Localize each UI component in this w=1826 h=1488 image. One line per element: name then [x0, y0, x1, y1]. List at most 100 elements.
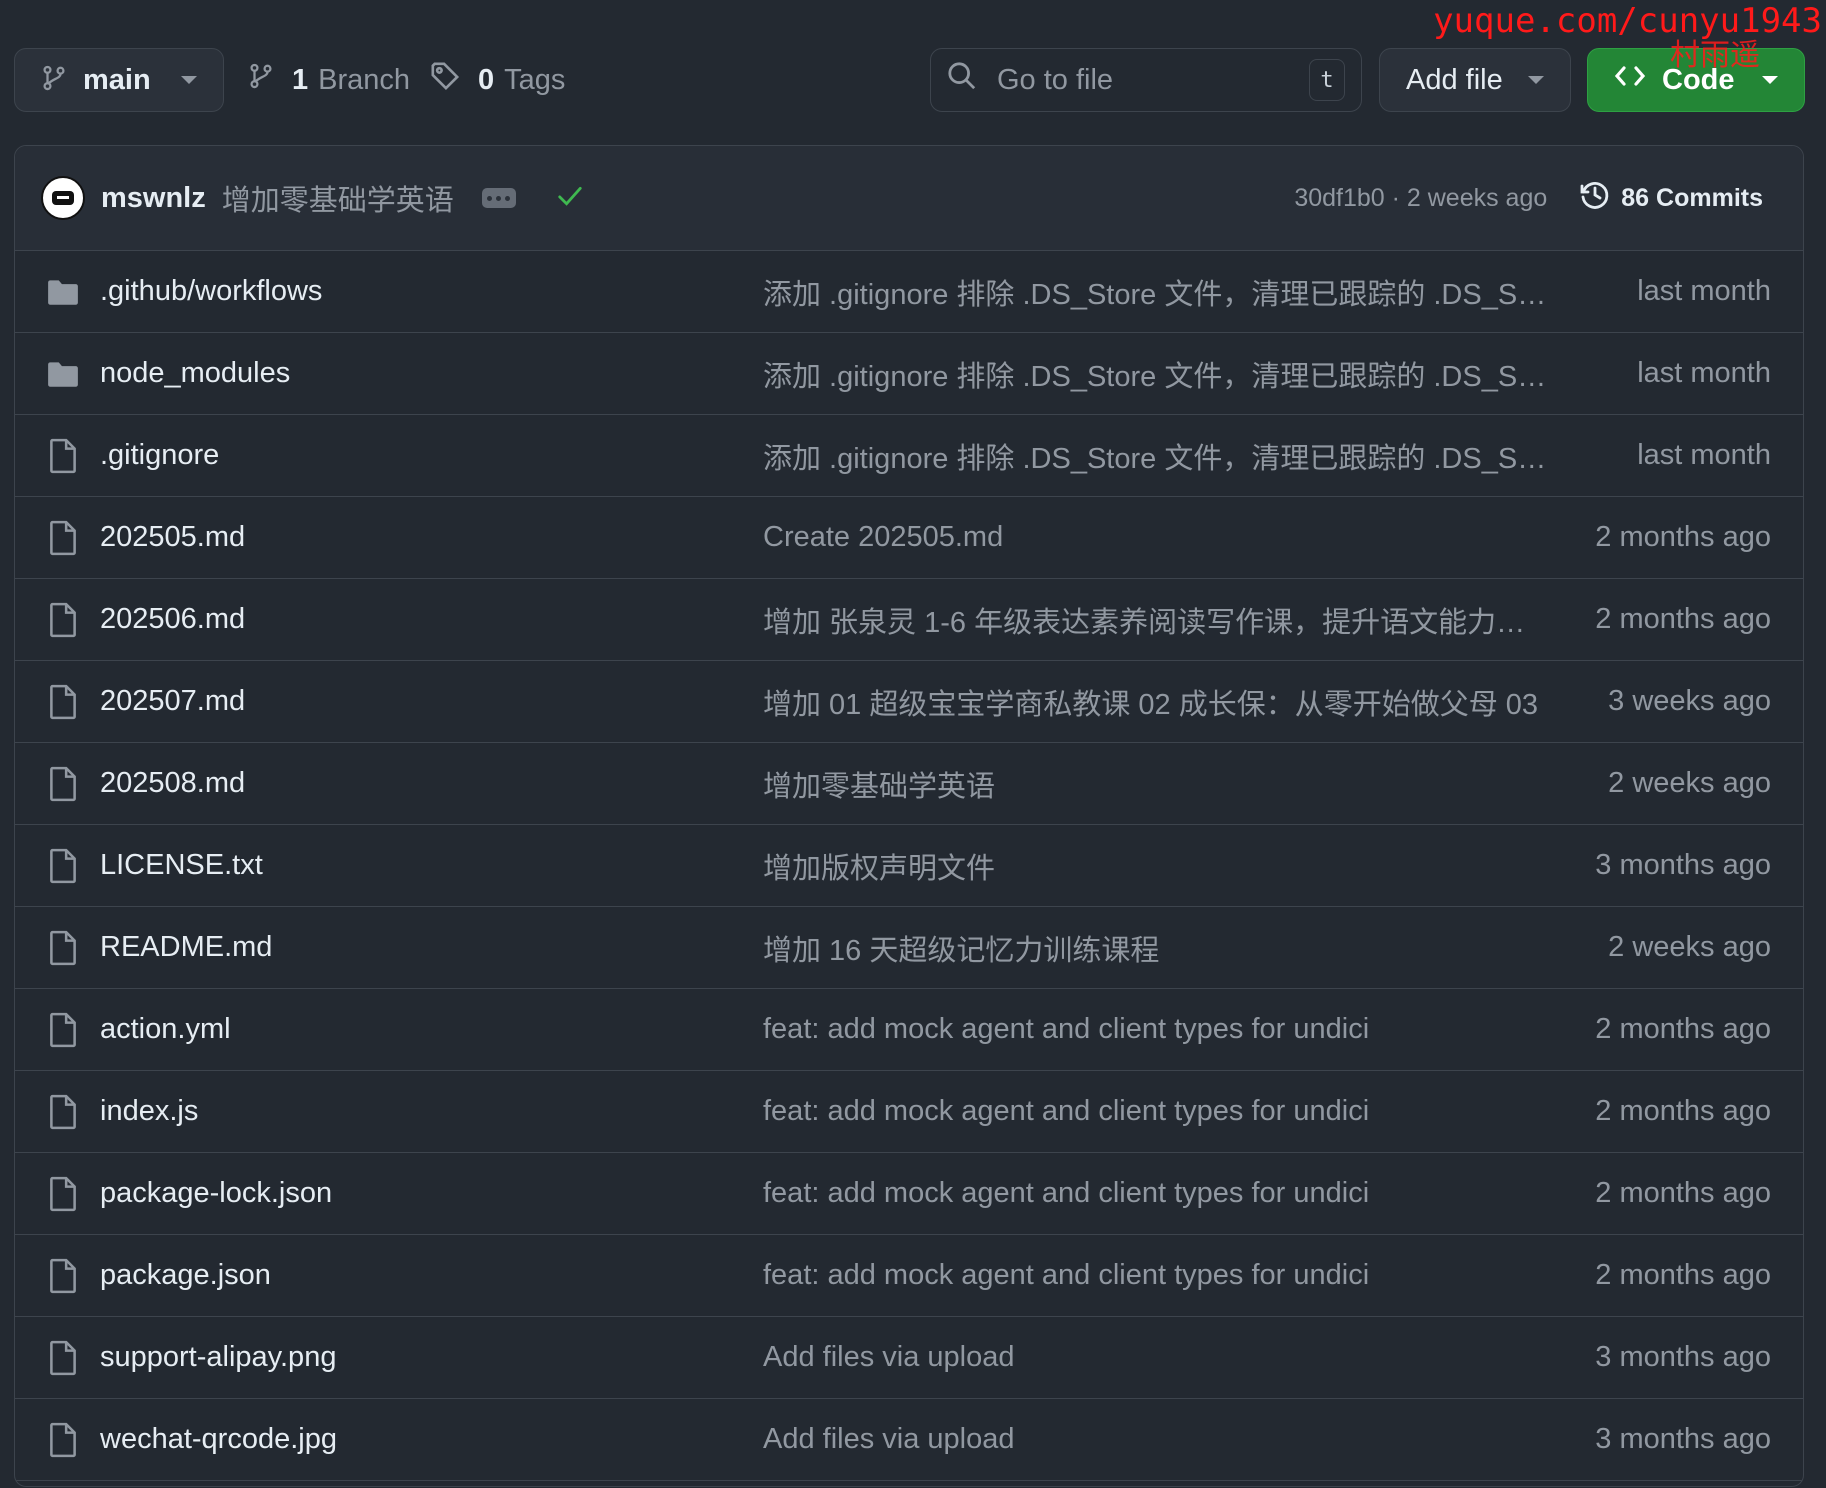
- commit-sha-time[interactable]: 30df1b0 · 2 weeks ago: [1294, 184, 1547, 213]
- folder-icon: [46, 273, 80, 311]
- file-row[interactable]: package-lock.json feat: add mock agent an…: [15, 1153, 1803, 1235]
- tags-count: 0: [478, 63, 495, 96]
- file-commit-message-link[interactable]: Add files via upload: [763, 1423, 1553, 1456]
- file-commit-time: 3 months ago: [1595, 1341, 1771, 1373]
- file-commit-message-link[interactable]: feat: add mock agent and client types fo…: [763, 1095, 1553, 1128]
- folder-icon: [46, 355, 80, 393]
- file-commit-message-link[interactable]: 添加 .gitignore 排除 .DS_Store 文件，清理已跟踪的 .DS…: [763, 435, 1553, 477]
- file-row[interactable]: 202508.md 增加零基础学英语 2 weeks ago: [15, 743, 1803, 825]
- file-commit-message-link[interactable]: 添加 .gitignore 排除 .DS_Store 文件，清理已跟踪的 .DS…: [763, 271, 1553, 313]
- file-icon: [46, 1011, 80, 1049]
- file-commit-message-link[interactable]: 增加 01 超级宝宝学商私教课 02 成长保：从零开始做父母 03: [763, 681, 1553, 723]
- go-to-file-input[interactable]: Go to file t: [930, 48, 1362, 112]
- file-row[interactable]: README.md 增加 16 天超级记忆力训练课程 2 weeks ago: [15, 907, 1803, 989]
- file-icon: [46, 1257, 80, 1295]
- file-row[interactable]: .gitignore 添加 .gitignore 排除 .DS_Store 文件，…: [15, 415, 1803, 497]
- file-row[interactable]: 202506.md 增加 张泉灵 1-6 年级表达素养阅读写作课，提升语文能力与表…: [15, 579, 1803, 661]
- commits-count-label: 86 Commits: [1621, 183, 1763, 212]
- file-row[interactable]: index.js feat: add mock agent and client …: [15, 1071, 1803, 1153]
- file-icon: [46, 1093, 80, 1131]
- file-name-link[interactable]: LICENSE.txt: [100, 849, 263, 882]
- branch-select-button[interactable]: main: [14, 48, 224, 112]
- chevron-down-icon: [181, 76, 197, 84]
- file-list: .github/workflows 添加 .gitignore 排除 .DS_St…: [15, 251, 1803, 1481]
- file-row[interactable]: package.json feat: add mock agent and cli…: [15, 1235, 1803, 1317]
- file-name-link[interactable]: README.md: [100, 931, 272, 964]
- file-name-link[interactable]: 202508.md: [100, 767, 245, 800]
- tags-label: Tags: [504, 63, 566, 96]
- file-name-link[interactable]: node_modules: [100, 357, 290, 390]
- file-name-link[interactable]: index.js: [100, 1095, 198, 1128]
- commits-link[interactable]: 86 Commits: [1579, 179, 1763, 218]
- file-commit-message-link[interactable]: feat: add mock agent and client types fo…: [763, 1013, 1553, 1046]
- file-commit-message-link[interactable]: 增加 张泉灵 1-6 年级表达素养阅读写作课，提升语文能力与表达素养: [763, 599, 1553, 641]
- branches-link[interactable]: 1 Branch: [248, 48, 410, 112]
- git-branch-icon: [41, 63, 67, 98]
- file-commit-time: 2 months ago: [1595, 1095, 1771, 1127]
- file-name-link[interactable]: 202506.md: [100, 603, 245, 636]
- file-commit-time: 3 months ago: [1595, 1423, 1771, 1455]
- add-file-button[interactable]: Add file: [1379, 48, 1571, 112]
- file-name-link[interactable]: .github/workflows: [100, 275, 322, 308]
- file-name-link[interactable]: .gitignore: [100, 439, 219, 472]
- file-row[interactable]: LICENSE.txt 增加版权声明文件 3 months ago: [15, 825, 1803, 907]
- file-row[interactable]: wechat-qrcode.jpg Add files via upload 3 m…: [15, 1399, 1803, 1481]
- file-commit-time: 2 months ago: [1595, 521, 1771, 553]
- file-name-link[interactable]: action.yml: [100, 1013, 231, 1046]
- avatar[interactable]: [41, 176, 85, 220]
- file-commit-message-link[interactable]: Add files via upload: [763, 1341, 1553, 1374]
- file-name-link[interactable]: support-alipay.png: [100, 1341, 336, 1374]
- file-commit-message-link[interactable]: 增加零基础学英语: [763, 763, 1553, 805]
- file-commit-message-link[interactable]: feat: add mock agent and client types fo…: [763, 1259, 1553, 1292]
- code-button[interactable]: Code: [1587, 48, 1805, 112]
- file-name-link[interactable]: wechat-qrcode.jpg: [100, 1423, 337, 1456]
- keyboard-shortcut-hint: t: [1309, 59, 1345, 101]
- branches-label: Branch: [318, 63, 411, 96]
- code-icon: [1614, 63, 1646, 97]
- file-row[interactable]: .github/workflows 添加 .gitignore 排除 .DS_St…: [15, 251, 1803, 333]
- file-icon: [46, 929, 80, 967]
- file-row[interactable]: 202507.md 增加 01 超级宝宝学商私教课 02 成长保：从零开始做父母 …: [15, 661, 1803, 743]
- file-commit-time: 2 months ago: [1595, 1259, 1771, 1291]
- file-commit-message-link[interactable]: feat: add mock agent and client types fo…: [763, 1177, 1553, 1210]
- file-icon: [46, 765, 80, 803]
- file-commit-time: last month: [1637, 357, 1771, 389]
- file-row[interactable]: action.yml feat: add mock agent and clien…: [15, 989, 1803, 1071]
- file-row[interactable]: node_modules 添加 .gitignore 排除 .DS_Store 文…: [15, 333, 1803, 415]
- file-row[interactable]: 202505.md Create 202505.md 2 months ago: [15, 497, 1803, 579]
- file-icon: [46, 683, 80, 721]
- branch-name: main: [83, 63, 151, 96]
- file-name-link[interactable]: 202507.md: [100, 685, 245, 718]
- file-name-link[interactable]: 202505.md: [100, 521, 245, 554]
- go-to-file-placeholder: Go to file: [997, 63, 1114, 96]
- chevron-down-icon: [1762, 76, 1778, 84]
- file-commit-message-link[interactable]: 添加 .gitignore 排除 .DS_Store 文件，清理已跟踪的 .DS…: [763, 353, 1553, 395]
- branches-count: 1: [292, 63, 309, 96]
- file-commit-message-link[interactable]: 增加版权声明文件: [763, 845, 1553, 887]
- file-browser-panel: mswnlz 增加零基础学英语 30df1b0 · 2 weeks ago 86…: [14, 145, 1804, 1487]
- tags-link[interactable]: 0 Tags: [430, 48, 565, 112]
- file-name-link[interactable]: package.json: [100, 1259, 271, 1292]
- ellipsis-icon[interactable]: [481, 188, 516, 208]
- history-icon: [1579, 179, 1621, 218]
- file-commit-time: 2 months ago: [1595, 1177, 1771, 1209]
- commit-author-link[interactable]: mswnlz: [101, 182, 206, 215]
- file-commit-time: 2 weeks ago: [1608, 931, 1771, 963]
- repo-toolbar: main 1 Branch 0 Tags Go to file t Add fi…: [0, 0, 1826, 140]
- file-icon: [46, 1175, 80, 1213]
- file-commit-message-link[interactable]: Create 202505.md: [763, 521, 1553, 554]
- tag-icon: [430, 61, 478, 99]
- check-icon[interactable]: [556, 184, 584, 213]
- chevron-down-icon: [1528, 76, 1544, 84]
- file-icon: [46, 847, 80, 885]
- file-commit-time: 3 weeks ago: [1608, 685, 1771, 717]
- git-branch-icon: [248, 61, 292, 99]
- file-commit-time: 2 weeks ago: [1608, 767, 1771, 799]
- file-row[interactable]: support-alipay.png Add files via upload 3 …: [15, 1317, 1803, 1399]
- add-file-label: Add file: [1406, 63, 1503, 96]
- file-commit-message-link[interactable]: 增加 16 天超级记忆力训练课程: [763, 927, 1553, 969]
- commit-message-link[interactable]: 增加零基础学英语: [222, 177, 454, 219]
- file-icon: [46, 437, 80, 475]
- file-commit-time: last month: [1637, 439, 1771, 471]
- file-name-link[interactable]: package-lock.json: [100, 1177, 332, 1210]
